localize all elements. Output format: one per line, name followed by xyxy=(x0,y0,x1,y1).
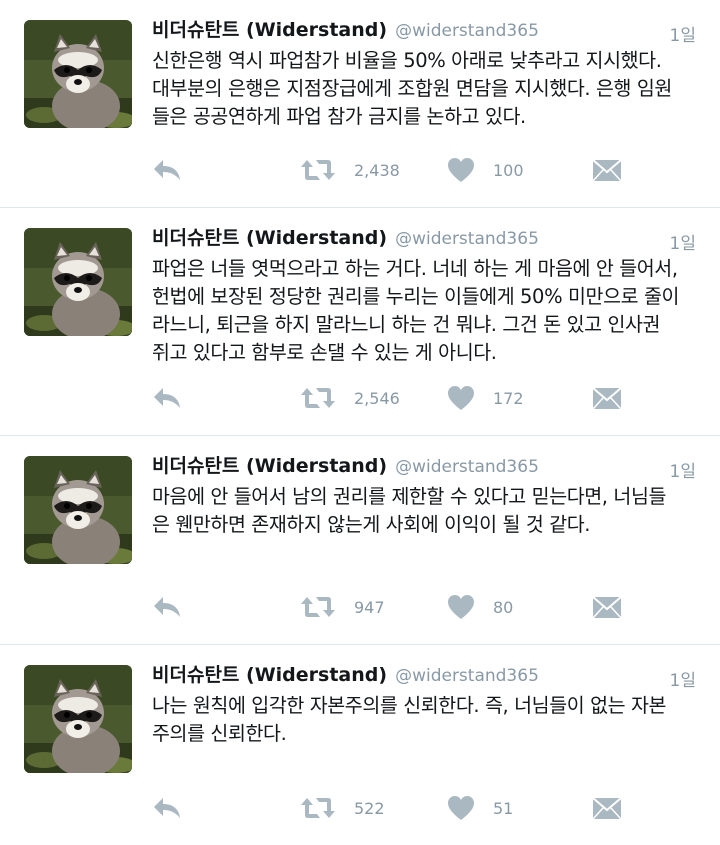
envelope-icon xyxy=(592,795,622,821)
tweet-header: 비더슈탄트 (Widerstand) @widerstand365 1일 xyxy=(152,223,696,257)
retweet-count: 2,546 xyxy=(354,388,400,408)
reply-icon xyxy=(152,796,182,820)
retweet-button[interactable]: 947 xyxy=(300,592,385,622)
display-name[interactable]: 비더슈탄트 (Widerstand) xyxy=(152,19,387,41)
reply-button[interactable] xyxy=(152,383,182,413)
dm-button[interactable] xyxy=(592,155,622,185)
display-name[interactable]: 비더슈탄트 (Widerstand) xyxy=(152,664,387,686)
like-count: 100 xyxy=(493,160,524,180)
envelope-icon xyxy=(592,594,622,620)
retweet-button[interactable]: 2,546 xyxy=(300,383,400,413)
like-count: 80 xyxy=(493,597,514,617)
tweet-header: 비더슈탄트 (Widerstand) @widerstand365 1일 xyxy=(152,451,696,485)
tweet-text: 신한은행 역시 파업참가 비율을 50% 아래로 낮추라고 지시했다. 대부분의… xyxy=(152,49,672,128)
tweet[interactable]: 비더슈탄트 (Widerstand) @widerstand365 1일 신한은행… xyxy=(0,0,720,208)
timestamp[interactable]: 1일 xyxy=(670,666,696,691)
user-handle[interactable]: @widerstand365 xyxy=(395,229,539,249)
like-button[interactable]: 172 xyxy=(447,383,524,413)
heart-icon xyxy=(447,385,475,411)
user-handle[interactable]: @widerstand365 xyxy=(395,457,539,477)
dm-button[interactable] xyxy=(592,383,622,413)
timestamp[interactable]: 1일 xyxy=(670,229,696,254)
avatar[interactable] xyxy=(24,228,132,336)
display-name[interactable]: 비더슈탄트 (Widerstand) xyxy=(152,227,387,249)
retweet-button[interactable]: 2,438 xyxy=(300,155,400,185)
avatar[interactable] xyxy=(24,20,132,128)
retweet-icon xyxy=(300,595,336,619)
reply-icon xyxy=(152,595,182,619)
retweet-count: 522 xyxy=(354,798,385,818)
action-bar: 2,438 100 xyxy=(152,155,696,185)
heart-icon xyxy=(447,157,475,183)
tweet-list: 비더슈탄트 (Widerstand) @widerstand365 1일 신한은행… xyxy=(0,0,720,845)
heart-icon xyxy=(447,594,475,620)
retweet-button[interactable]: 522 xyxy=(300,793,385,823)
timestamp[interactable]: 1일 xyxy=(670,457,696,482)
envelope-icon xyxy=(592,157,622,183)
retweet-icon xyxy=(300,796,336,820)
reply-icon xyxy=(152,386,182,410)
tweet-text: 나는 원칙에 입각한 자본주의를 신뢰한다. 즉, 너님들이 없는 자본 주의를… xyxy=(152,694,667,745)
like-count: 51 xyxy=(493,798,514,818)
tweet-text: 마음에 안 들어서 남의 권리를 제한할 수 있다고 믿는다면, 너님들 은 웬… xyxy=(152,485,667,536)
tweet-header: 비더슈탄트 (Widerstand) @widerstand365 1일 xyxy=(152,15,696,49)
action-bar: 522 51 xyxy=(152,793,696,823)
display-name[interactable]: 비더슈탄트 (Widerstand) xyxy=(152,455,387,477)
avatar[interactable] xyxy=(24,665,132,773)
action-bar: 947 80 xyxy=(152,592,696,622)
tweet[interactable]: 비더슈탄트 (Widerstand) @widerstand365 1일 나는 원… xyxy=(0,645,720,845)
tweet-header: 비더슈탄트 (Widerstand) @widerstand365 1일 xyxy=(152,660,696,694)
like-button[interactable]: 100 xyxy=(447,155,524,185)
retweet-icon xyxy=(300,386,336,410)
reply-button[interactable] xyxy=(152,592,182,622)
tweet-text: 파업은 너들 엿먹으라고 하는 거다. 너네 하는 게 마음에 안 들어서, 헌… xyxy=(152,257,680,364)
user-handle[interactable]: @widerstand365 xyxy=(395,666,539,686)
avatar[interactable] xyxy=(24,456,132,564)
retweet-icon xyxy=(300,158,336,182)
retweet-count: 2,438 xyxy=(354,160,400,180)
reply-button[interactable] xyxy=(152,155,182,185)
timestamp[interactable]: 1일 xyxy=(670,21,696,46)
retweet-count: 947 xyxy=(354,597,385,617)
envelope-icon xyxy=(592,385,622,411)
like-count: 172 xyxy=(493,388,524,408)
like-button[interactable]: 51 xyxy=(447,793,513,823)
dm-button[interactable] xyxy=(592,592,622,622)
reply-icon xyxy=(152,158,182,182)
dm-button[interactable] xyxy=(592,793,622,823)
reply-button[interactable] xyxy=(152,793,182,823)
like-button[interactable]: 80 xyxy=(447,592,513,622)
heart-icon xyxy=(447,795,475,821)
action-bar: 2,546 172 xyxy=(152,383,696,413)
tweet[interactable]: 비더슈탄트 (Widerstand) @widerstand365 1일 마음에 … xyxy=(0,436,720,645)
user-handle[interactable]: @widerstand365 xyxy=(395,21,539,41)
tweet[interactable]: 비더슈탄트 (Widerstand) @widerstand365 1일 파업은 … xyxy=(0,208,720,436)
